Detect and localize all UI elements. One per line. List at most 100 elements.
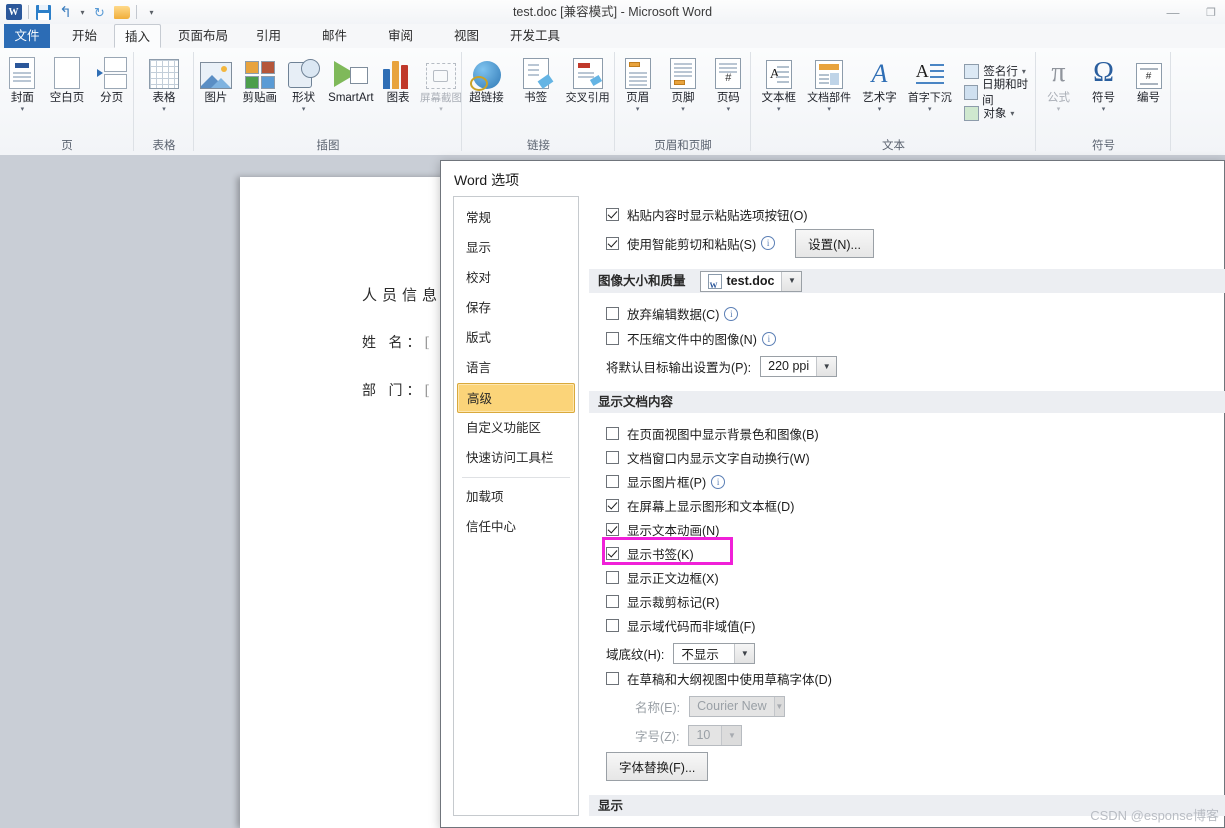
nav-item-trust-center[interactable]: 信任中心 — [454, 512, 578, 542]
dialog-content-pane[interactable]: 粘贴内容时显示粘贴选项按钮(O) 使用智能剪切和粘贴(S) i 设置(N)...… — [589, 196, 1225, 816]
checkbox[interactable] — [606, 307, 619, 320]
ribbon-button-equation[interactable]: π 公式 ▾ — [1036, 52, 1081, 114]
ribbon-button-text-box[interactable]: A 文本框 ▾ — [755, 52, 803, 114]
nav-item-language[interactable]: 语言 — [454, 353, 578, 383]
nav-item-proofing[interactable]: 校对 — [454, 263, 578, 293]
option-show-drawings-textboxes[interactable]: 在屏幕上显示图形和文本框(D) — [606, 495, 1225, 516]
ribbon-button-symbol[interactable]: Ω 符号 ▾ — [1081, 52, 1126, 114]
checkbox[interactable] — [606, 523, 619, 536]
info-icon[interactable]: i — [761, 236, 776, 250]
option-discard-editing-data[interactable]: 放弃编辑数据(C) i — [606, 303, 1225, 324]
nav-item-display[interactable]: 显示 — [454, 233, 578, 263]
chevron-down-icon[interactable]: ▾ — [162, 106, 166, 114]
checkbox[interactable] — [606, 332, 619, 345]
checkbox[interactable] — [606, 427, 619, 440]
option-show-text-wrapped[interactable]: 文档窗口内显示文字自动换行(W) — [606, 447, 1225, 468]
draft-font-size-combo[interactable]: 10 ▼ — [688, 724, 743, 746]
chevron-down-icon[interactable]: ▾ — [727, 106, 731, 114]
tab-insert[interactable]: 插入 — [114, 24, 162, 48]
nav-item-quick-access-toolbar[interactable]: 快速访问工具栏 — [454, 443, 578, 473]
checkbox[interactable] — [606, 595, 619, 608]
info-icon[interactable]: i — [724, 306, 739, 321]
image-file-combo[interactable]: test.doc ▼ — [699, 270, 803, 297]
checkbox[interactable] — [606, 619, 619, 632]
checkbox[interactable] — [606, 571, 619, 584]
window-controls[interactable]: — ❐ — [1163, 0, 1221, 24]
maximize-button[interactable]: ❐ — [1201, 6, 1221, 19]
info-icon[interactable]: i — [711, 474, 726, 489]
ribbon-button-hyperlink[interactable]: 超链接 — [462, 52, 511, 105]
draft-font-name-combo[interactable]: Courier New ▼ — [689, 695, 786, 717]
nav-item-layout[interactable]: 版式 — [454, 323, 578, 353]
ribbon-button-screenshot[interactable]: 屏幕截图 ▾ — [420, 52, 462, 114]
nav-item-advanced[interactable]: 高级 — [457, 383, 575, 413]
option-smart-cut-paste[interactable]: 使用智能剪切和粘贴(S) i 设置(N)... — [606, 228, 1225, 258]
ribbon-button-numbering[interactable]: # 编号 — [1126, 52, 1171, 105]
chevron-down-icon[interactable]: ▼ — [721, 725, 742, 745]
ribbon-button-date-time[interactable]: 日期和时间 — [962, 79, 1036, 107]
tab-review[interactable]: 审阅 — [378, 24, 423, 48]
option-show-crop-marks[interactable]: 显示裁剪标记(R) — [606, 591, 1225, 612]
ribbon-button-shapes[interactable]: 形状 ▾ — [282, 52, 326, 114]
chevron-down-icon[interactable]: ▾ — [439, 106, 443, 114]
ribbon-button-object[interactable]: 对象 ▾ — [962, 103, 1036, 124]
option-default-target-output[interactable]: 将默认目标输出设置为(P): 220 ppi ▼ — [606, 354, 1225, 378]
tab-references[interactable]: 引用 — [246, 24, 291, 48]
checkbox[interactable] — [606, 451, 619, 464]
font-substitution-button[interactable]: 字体替换(F)... — [606, 751, 709, 781]
chevron-down-icon[interactable]: ▾ — [1102, 106, 1106, 114]
chevron-down-icon[interactable]: ▼ — [734, 643, 755, 663]
nav-item-addins[interactable]: 加载项 — [454, 482, 578, 512]
ribbon-button-drop-cap[interactable]: A 首字下沉 ▾ — [903, 52, 956, 114]
chevron-down-icon[interactable]: ▾ — [1057, 106, 1061, 114]
nav-item-save[interactable]: 保存 — [454, 293, 578, 323]
ribbon-button-wordart[interactable]: A 艺术字 ▾ — [856, 52, 904, 114]
ribbon-button-cover-page[interactable]: 封面 ▾ — [0, 52, 45, 114]
chevron-down-icon[interactable]: ▾ — [878, 106, 882, 114]
option-draft-font-size[interactable]: 字号(Z): 10 ▼ — [635, 723, 1225, 747]
tab-home[interactable]: 开始 — [62, 24, 107, 48]
font-substitution-row[interactable]: 字体替换(F)... — [606, 751, 1225, 781]
dialog-nav-list[interactable]: 常规 显示 校对 保存 版式 语言 高级 自定义功能区 快速访问工具栏 加载项 … — [453, 196, 579, 816]
ribbon-button-bookmark[interactable]: 书签 — [511, 52, 560, 105]
ribbon-button-smartart[interactable]: SmartArt — [326, 52, 377, 105]
tab-mailings[interactable]: 邮件 — [312, 24, 357, 48]
nav-item-customize-ribbon[interactable]: 自定义功能区 — [454, 413, 578, 443]
ribbon-button-clipart[interactable]: 剪贴画 — [238, 52, 282, 105]
tab-developer[interactable]: 开发工具 — [500, 24, 570, 48]
nav-item-general[interactable]: 常规 — [454, 203, 578, 233]
checkbox[interactable] — [606, 672, 619, 685]
paste-settings-button[interactable]: 设置(N)... — [795, 228, 874, 258]
chevron-down-icon[interactable]: ▾ — [636, 106, 640, 114]
chevron-down-icon[interactable]: ▾ — [1010, 109, 1014, 118]
option-show-picture-placeholders[interactable]: 显示图片框(P) i — [606, 471, 1225, 492]
ribbon-button-blank-page[interactable]: 空白页 — [45, 52, 90, 105]
option-use-draft-font[interactable]: 在草稿和大纲视图中使用草稿字体(D) — [606, 668, 1225, 689]
chevron-down-icon[interactable]: ▼ — [816, 356, 837, 376]
chevron-down-icon[interactable]: ▾ — [302, 106, 306, 114]
chevron-down-icon[interactable]: ▾ — [777, 106, 781, 114]
ribbon-button-cross-reference[interactable]: 交叉引用 — [560, 52, 615, 105]
chevron-down-icon[interactable]: ▾ — [928, 106, 932, 114]
tab-page-layout[interactable]: 页面布局 — [168, 24, 238, 48]
ribbon-button-quick-parts[interactable]: 文档部件 ▾ — [803, 52, 856, 114]
option-show-text-boundaries[interactable]: 显示正文边框(X) — [606, 567, 1225, 588]
info-icon[interactable]: i — [761, 331, 776, 346]
ribbon-button-page-break[interactable]: 分页 — [89, 52, 134, 105]
field-shading-combo[interactable]: 不显示 ▼ — [673, 642, 756, 664]
checkbox[interactable] — [606, 208, 619, 221]
chevron-down-icon[interactable]: ▾ — [827, 106, 831, 114]
ribbon-button-page-number[interactable]: # 页码 ▾ — [706, 52, 751, 114]
chevron-down-icon[interactable]: ▼ — [781, 271, 802, 291]
checkbox[interactable] — [606, 475, 619, 488]
ribbon-button-table[interactable]: 表格 ▾ — [138, 52, 190, 114]
ribbon-button-picture[interactable]: 图片 — [194, 52, 238, 105]
chevron-down-icon[interactable]: ▾ — [21, 106, 25, 114]
tab-view[interactable]: 视图 — [444, 24, 489, 48]
chevron-down-icon[interactable]: ▾ — [1022, 67, 1026, 76]
minimize-button[interactable]: — — [1163, 5, 1183, 20]
option-show-background-colors[interactable]: 在页面视图中显示背景色和图像(B) — [606, 423, 1225, 444]
ribbon-tabs[interactable]: 文件 开始 插入 页面布局 引用 邮件 审阅 视图 开发工具 — [0, 24, 1225, 48]
checkbox[interactable] — [606, 499, 619, 512]
option-field-shading[interactable]: 域底纹(H): 不显示 ▼ — [606, 641, 1225, 665]
